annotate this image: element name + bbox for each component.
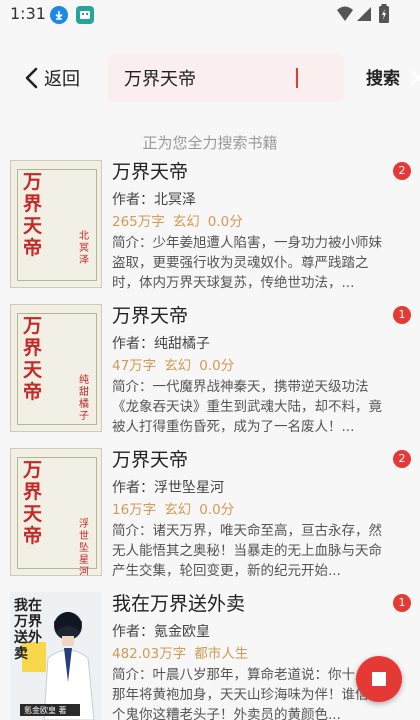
book-title: 万界天帝 [112,305,189,327]
book-meta: 47万字 玄幻 0.0分 [112,357,382,376]
source-count-badge: 1 [393,594,411,612]
search-box [108,54,420,102]
book-info: 万界天帝 作者：浮世坠星河 16万字 玄幻 0.0分 简介：诸天万界，唯天命至高，亘… [112,446,382,581]
category-tag: 玄幻 [164,502,192,518]
book-author: 作者：纯甜橘子 [112,336,210,352]
word-count: 16万字 [112,502,157,518]
search-toolbar: 返回 搜索 [0,52,420,104]
book-cover: 万界天帝 浮世坠星河 [10,448,102,576]
back-label: 返回 [44,69,80,90]
source-count-badge: 1 [393,306,411,324]
word-count: 47万字 [112,358,157,374]
book-summary: 简介：叶晨八岁那年，算命老道说：你十八岁那年将黄袍加身，天天山珍海味为伴！谁信你… [112,667,382,720]
book-title: 万界天帝 [112,161,189,183]
book-title: 我在万界送外卖 [112,593,246,615]
back-button[interactable]: 返回 [24,64,80,92]
search-status-text: 正为您全力搜索书籍 [142,134,278,152]
status-bar: 1:31 [0,0,420,30]
source-count-badge: 2 [393,450,411,468]
wifi-icon [336,6,354,26]
book-item[interactable]: 万界天帝 浮世坠星河 万界天帝 作者：浮世坠星河 16万字 玄幻 0.0分 简介：诸… [0,446,420,590]
chevron-left-icon [25,67,38,89]
clear-icon[interactable] [410,70,420,90]
signal-icon [356,6,372,26]
cover-title: 万界天帝 [23,459,43,547]
category-tag: 玄幻 [164,358,192,374]
stop-search-button[interactable] [356,656,402,702]
battery-icon [378,4,390,28]
search-button[interactable]: 搜索 [366,64,400,89]
book-summary: 简介：诸天万界，唯天命至高，亘古永存，然无人能悟其之奥秘！当暴走的无上血脉与天命… [112,523,382,579]
book-info: 我在万界送外卖 作者：氪金欧皇 482.03万字 都市人生 简介：叶晨八岁那年，算… [112,590,382,720]
book-author: 作者：北冥泽 [112,192,196,208]
word-count: 265万字 [112,214,165,230]
status-time: 1:31 [10,4,46,23]
book-score: 0.0分 [207,214,243,230]
category-tag: 玄幻 [172,214,200,230]
word-count: 482.03万字 [112,646,187,662]
category-tag: 都市人生 [194,646,249,662]
book-cover: 万界天帝 纯甜橘子 [10,304,102,432]
cover-author: 纯甜橘子 [79,375,89,422]
source-count-badge: 2 [393,162,411,180]
text-cursor [296,68,298,88]
book-item[interactable]: 我在万界送外卖 氪金欧皇 著 我在万界送外卖 作者：氪金欧皇 482.03万字都… [0,590,420,720]
app-notification-icon [76,6,94,24]
cover-author: 北冥泽 [79,231,89,266]
cover-author: 氪金欧皇 著 [24,706,67,715]
cover-title: 我在万界送外卖 [14,598,42,662]
book-cover: 我在万界送外卖 氪金欧皇 著 [10,592,102,720]
book-meta: 265万字 玄幻 0.0分 [112,213,382,232]
book-title: 万界天帝 [112,449,189,471]
results-list: 万界天帝 北冥泽 万界天帝 作者：北冥泽 265万字 玄幻 0.0分 简介：少年姜旭… [0,158,420,720]
book-author: 作者：浮世坠星河 [112,480,224,496]
book-author: 作者：氪金欧皇 [112,624,210,640]
book-score: 0.0分 [199,502,235,518]
cover-title: 万界天帝 [23,315,43,403]
book-item[interactable]: 万界天帝 纯甜橘子 万界天帝 作者：纯甜橘子 47万字 玄幻 0.0分 简介：一代魔… [0,302,420,446]
book-score: 0.0分 [199,358,235,374]
search-input[interactable] [124,66,294,90]
book-meta: 482.03万字 都市人生 [112,645,382,664]
book-summary: 简介：一代魔界战神秦天，携带逆天级功法《龙象吞天诀》重生到武魂大陆，却不料，竟被… [112,379,382,435]
cover-author: 浮世坠星河 [79,519,89,576]
book-info: 万界天帝 作者：纯甜橘子 47万字 玄幻 0.0分 简介：一代魔界战神秦天，携带逆天… [112,302,382,437]
download-icon [50,6,68,24]
book-summary: 简介：少年姜旭遭人陷害，一身功力被小师妹盗取，更要强行收为灵魂奴仆。尊严践踏之时… [112,235,382,291]
book-item[interactable]: 万界天帝 北冥泽 万界天帝 作者：北冥泽 265万字 玄幻 0.0分 简介：少年姜旭… [0,158,420,302]
book-cover: 万界天帝 北冥泽 [10,160,102,288]
cover-title: 万界天帝 [23,171,43,259]
stop-icon [372,672,386,686]
book-meta: 16万字 玄幻 0.0分 [112,501,382,520]
book-info: 万界天帝 作者：北冥泽 265万字 玄幻 0.0分 简介：少年姜旭遭人陷害，一身功力… [112,158,382,293]
